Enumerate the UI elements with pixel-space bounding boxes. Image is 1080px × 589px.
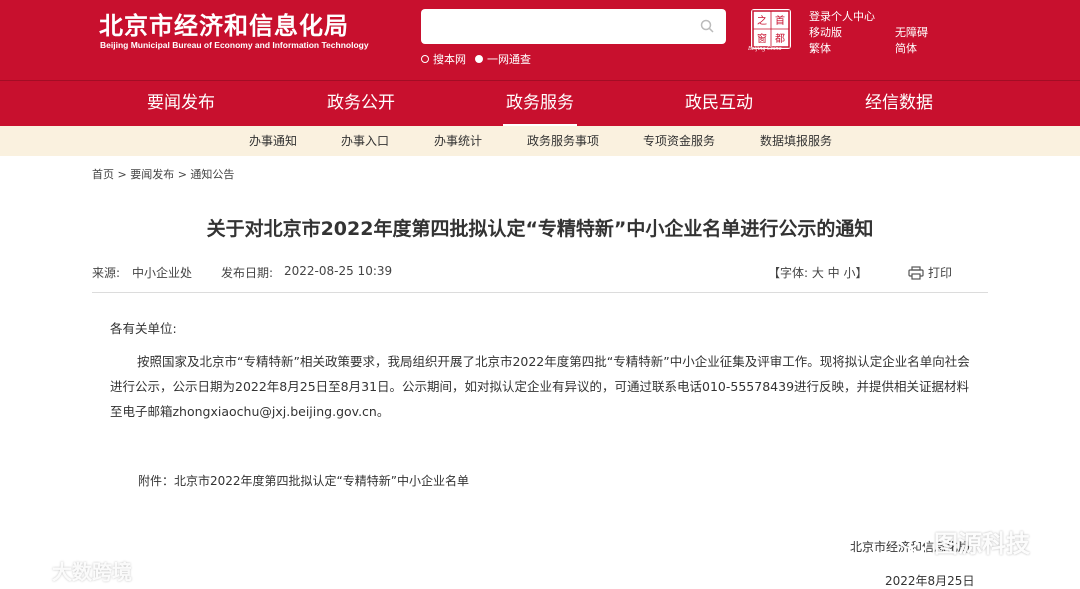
wechat-icon — [899, 531, 927, 552]
search-box — [421, 9, 726, 44]
nav-news[interactable]: 要闻发布 — [106, 81, 256, 127]
logo-chinese[interactable]: 北京市经济和信息化局 — [99, 6, 349, 41]
capital-window-seal[interactable]: 首 都 之 窗 — [751, 9, 791, 49]
accessibility-link[interactable]: 无障碍 — [895, 24, 928, 40]
nav-gov-service[interactable]: 政务服务 — [465, 81, 615, 127]
print-label: 打印 — [928, 266, 953, 280]
nav-gov-open[interactable]: 政务公开 — [286, 81, 436, 127]
subnav-stats[interactable]: 办事统计 — [434, 126, 482, 156]
logo-english[interactable]: Beijing Municipal Bureau of Economy and … — [100, 40, 369, 50]
source-value: 中小企业处 — [132, 266, 193, 280]
mobile-link[interactable]: 移动版 — [809, 24, 842, 40]
subnav-notice[interactable]: 办事通知 — [249, 126, 297, 156]
article-body: 按照国家及北京市“专精特新”相关政策要求，我局组织开展了北京市2022年度第四批… — [110, 354, 970, 419]
attachment-link[interactable]: 附件：北京市2022年度第四批拟认定“专精特新”中小企业名单 — [138, 472, 469, 489]
search-input[interactable] — [431, 16, 681, 38]
watermark-left: 大数跨境 — [10, 556, 132, 585]
date-label: 发布日期: — [221, 266, 274, 280]
subnav-data-report[interactable]: 数据填报服务 — [760, 126, 832, 156]
print-button[interactable]: 打印 — [908, 264, 952, 281]
publish-date: 2022-08-25 10:39 — [284, 264, 393, 278]
watermark-right: 图源科技 — [898, 524, 1030, 559]
sign-date: 2022年8月25日 — [885, 574, 975, 588]
seal-icon: 首 都 之 窗 — [752, 10, 790, 48]
scope-option-all[interactable]: 一网通查 — [475, 51, 531, 67]
seal-char: 窗 — [757, 32, 767, 45]
seal-char: 都 — [775, 33, 785, 45]
printer-icon — [908, 265, 924, 280]
simplified-link[interactable]: 简体 — [895, 40, 917, 56]
traditional-link[interactable]: 繁体 — [809, 40, 831, 56]
radio-unselected-icon — [421, 55, 429, 63]
subnav-funds[interactable]: 专项资金服务 — [643, 126, 715, 156]
font-size-control[interactable]: 【字体: 大 中 小】 — [768, 264, 868, 281]
divider — [92, 292, 988, 293]
search-icon[interactable] — [700, 19, 714, 33]
site-header: 北京市经济和信息化局 Beijing Municipal Bureau of E… — [0, 0, 1080, 80]
subnav-service-items[interactable]: 政务服务事项 — [527, 126, 599, 156]
seal-char: 之 — [757, 14, 767, 27]
sub-nav: 办事通知 办事入口 办事统计 政务服务事项 专项资金服务 数据填报服务 — [0, 126, 1080, 156]
greeting: 各有关单位: — [110, 321, 177, 336]
seal-char: 首 — [775, 14, 785, 27]
nav-interaction[interactable]: 政民互动 — [644, 81, 794, 127]
login-link[interactable]: 登录个人中心 — [809, 8, 875, 24]
breadcrumb[interactable]: 首页 > 要闻发布 > 通知公告 — [92, 166, 234, 182]
main-nav: 要闻发布 政务公开 政务服务 政民互动 经信数据 — [0, 80, 1080, 127]
nav-data[interactable]: 经信数据 — [824, 81, 974, 127]
scope-option-site[interactable]: 搜本网 — [421, 51, 466, 67]
source-label: 来源: — [92, 266, 121, 280]
subnav-entry[interactable]: 办事入口 — [341, 126, 389, 156]
seal-caption: Beijing·China — [748, 46, 782, 52]
radio-selected-icon — [475, 55, 483, 63]
watermark-logo-icon — [11, 563, 49, 578]
article-title: 关于对北京市2022年度第四批拟认定“专精特新”中小企业名单进行公示的通知 — [206, 218, 874, 240]
